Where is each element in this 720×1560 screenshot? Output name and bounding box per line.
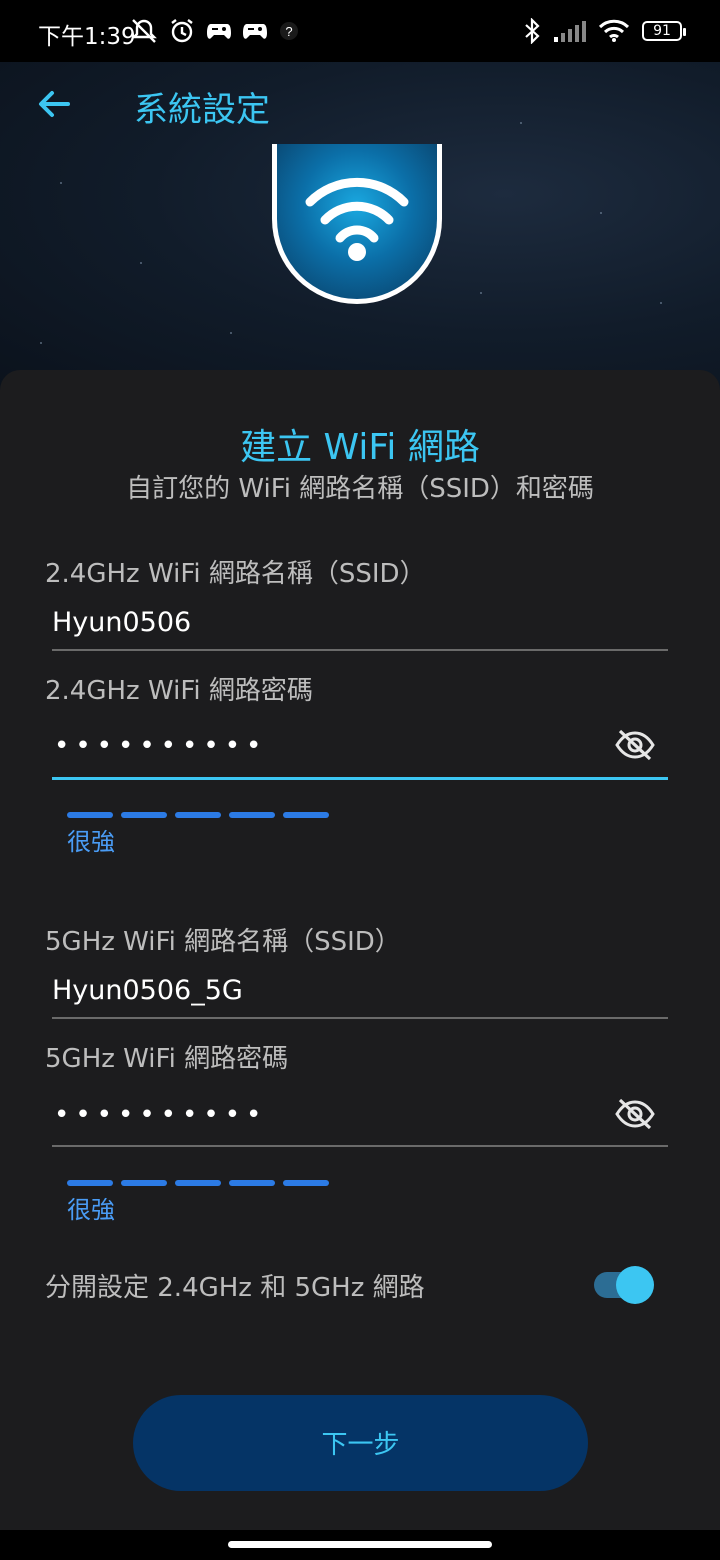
setup-card: 建立 WiFi 網路 自訂您的 WiFi 網路名稱（SSID）和密碼 2.4GH… [0, 370, 720, 1530]
strength-segment [283, 812, 329, 818]
separate-bands-label: 分開設定 2.4GHz 和 5GHz 網路 [45, 1273, 425, 1303]
battery-level: 91 [653, 23, 671, 39]
star [660, 302, 662, 304]
wifi-icon [305, 177, 409, 261]
wifi-badge [272, 144, 442, 304]
strength-segment [283, 1180, 329, 1186]
game-controller-icon [243, 24, 267, 39]
star [60, 182, 62, 184]
star [140, 262, 142, 264]
eye-off-icon[interactable] [614, 1096, 656, 1132]
page-title: 系統設定 [134, 90, 270, 130]
password-5-strength-text: 很強 [67, 1196, 115, 1224]
ssid-5-label: 5GHz WiFi 網路名稱（SSID） [45, 927, 401, 957]
game-controller-icon [207, 24, 231, 39]
star [480, 292, 482, 294]
password-24-field[interactable]: •••••••••• [52, 725, 668, 780]
password-24-label: 2.4GHz WiFi 網路密碼 [45, 676, 313, 706]
bluetooth-icon [525, 18, 540, 44]
password-24-strength-bar [67, 812, 329, 818]
password-24-value: •••••••••• [54, 731, 268, 761]
status-time: 下午1:39 [38, 24, 136, 50]
navigation-bar [0, 1530, 720, 1560]
status-bar: 下午1:39 ? 91 [0, 0, 720, 62]
eye-off-icon[interactable] [614, 727, 656, 763]
strength-segment [67, 1180, 113, 1186]
back-button[interactable] [34, 84, 74, 124]
star [230, 332, 232, 334]
strength-segment [67, 812, 113, 818]
ssid-5-field[interactable]: Hyun0506_5G [52, 971, 668, 1019]
ssid-24-field[interactable]: Hyun0506 [52, 603, 668, 651]
signal-icon [554, 21, 586, 42]
alarm-icon [171, 19, 193, 43]
toggle-knob [616, 1266, 654, 1304]
card-title: 建立 WiFi 網路 [240, 427, 480, 468]
ssid-24-value: Hyun0506 [52, 607, 192, 638]
password-5-label: 5GHz WiFi 網路密碼 [45, 1044, 289, 1074]
separate-bands-toggle[interactable] [594, 1266, 654, 1304]
strength-segment [229, 812, 275, 818]
help-icon: ? [280, 22, 298, 40]
header-hero: 系統設定 [0, 62, 720, 392]
strength-segment [229, 1180, 275, 1186]
password-5-field[interactable]: •••••••••• [52, 1094, 668, 1147]
next-button[interactable]: 下一步 [133, 1395, 588, 1491]
strength-segment [175, 812, 221, 818]
ssid-24-label: 2.4GHz WiFi 網路名稱（SSID） [45, 559, 426, 589]
password-5-strength-bar [67, 1180, 329, 1186]
password-24-strength-text: 很強 [67, 828, 115, 856]
svg-text:?: ? [285, 24, 292, 39]
mute-icon [131, 19, 157, 43]
star [40, 342, 42, 344]
star [600, 212, 602, 214]
battery-icon: 91 [642, 21, 686, 41]
password-5-value: •••••••••• [54, 1100, 268, 1130]
strength-segment [175, 1180, 221, 1186]
strength-segment [121, 1180, 167, 1186]
home-indicator[interactable] [228, 1541, 492, 1548]
strength-segment [121, 812, 167, 818]
wifi-icon [598, 19, 630, 42]
star [520, 122, 522, 124]
ssid-5-value: Hyun0506_5G [52, 975, 243, 1006]
card-subtitle: 自訂您的 WiFi 網路名稱（SSID）和密碼 [126, 474, 594, 504]
